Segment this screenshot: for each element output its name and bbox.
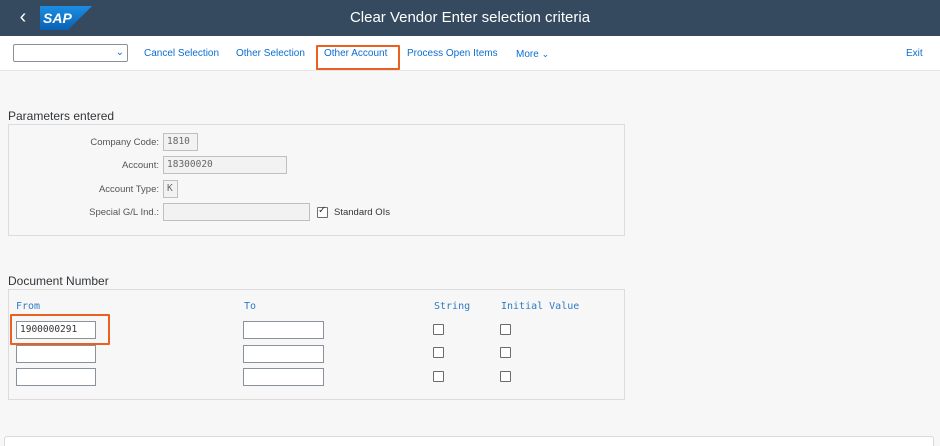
shell-bar: ‹ SAP Clear Vendor Enter selection crite…: [0, 0, 940, 36]
account-label: Account:: [122, 160, 159, 171]
footer-panel: [4, 436, 934, 446]
initial-value-checkbox-3[interactable]: [500, 371, 511, 382]
chevron-down-icon: ⌄: [541, 49, 550, 59]
doc-from-input-3[interactable]: [16, 368, 96, 386]
special-gl-field: [163, 203, 310, 221]
chevron-down-icon: ⌄: [115, 47, 124, 58]
account-type-label: Account Type:: [98, 184, 159, 195]
col-string: String: [434, 301, 471, 312]
company-code-label: Company Code:: [90, 137, 159, 148]
doc-to-input-2[interactable]: [243, 345, 324, 363]
cancel-selection-button[interactable]: Cancel Selection: [144, 47, 219, 61]
process-open-items-button[interactable]: Process Open Items: [407, 47, 498, 61]
col-to: To: [244, 301, 257, 312]
standard-ois-label: Standard OIs: [334, 207, 390, 218]
chevron-left-icon[interactable]: ‹: [14, 6, 32, 30]
string-checkbox-2[interactable]: [433, 347, 444, 358]
more-label: More: [516, 49, 539, 60]
from-field-highlight: [10, 314, 110, 345]
other-account-highlight: [316, 45, 400, 70]
col-initial-value: Initial Value: [501, 301, 580, 312]
account-field: 18300020: [163, 156, 287, 174]
variant-dropdown[interactable]: ⌄: [13, 44, 128, 62]
account-type-field: K: [163, 180, 178, 198]
string-checkbox-1[interactable]: [433, 324, 444, 335]
toolbar: ⌄ Cancel Selection Other Selection Other…: [0, 36, 940, 71]
col-from: From: [16, 301, 41, 312]
parameters-title: Parameters entered: [8, 109, 115, 123]
doc-to-input-3[interactable]: [243, 368, 324, 386]
more-button[interactable]: More ⌄: [516, 47, 549, 62]
exit-button[interactable]: Exit: [906, 47, 923, 61]
document-number-title: Document Number: [8, 274, 109, 288]
standard-ois-checkbox[interactable]: [317, 205, 328, 218]
page-title: Clear Vendor Enter selection criteria: [349, 9, 591, 26]
initial-value-checkbox-1[interactable]: [500, 324, 511, 335]
string-checkbox-3[interactable]: [433, 371, 444, 382]
doc-from-input-2[interactable]: [16, 345, 96, 363]
doc-to-input-1[interactable]: [243, 321, 324, 339]
other-selection-button[interactable]: Other Selection: [236, 47, 305, 61]
company-code-field: 1810: [163, 133, 198, 151]
sap-logo: SAP: [40, 6, 92, 30]
initial-value-checkbox-2[interactable]: [500, 347, 511, 358]
special-gl-label: Special G/L Ind.:: [89, 207, 159, 218]
logo-text: SAP: [43, 10, 72, 26]
